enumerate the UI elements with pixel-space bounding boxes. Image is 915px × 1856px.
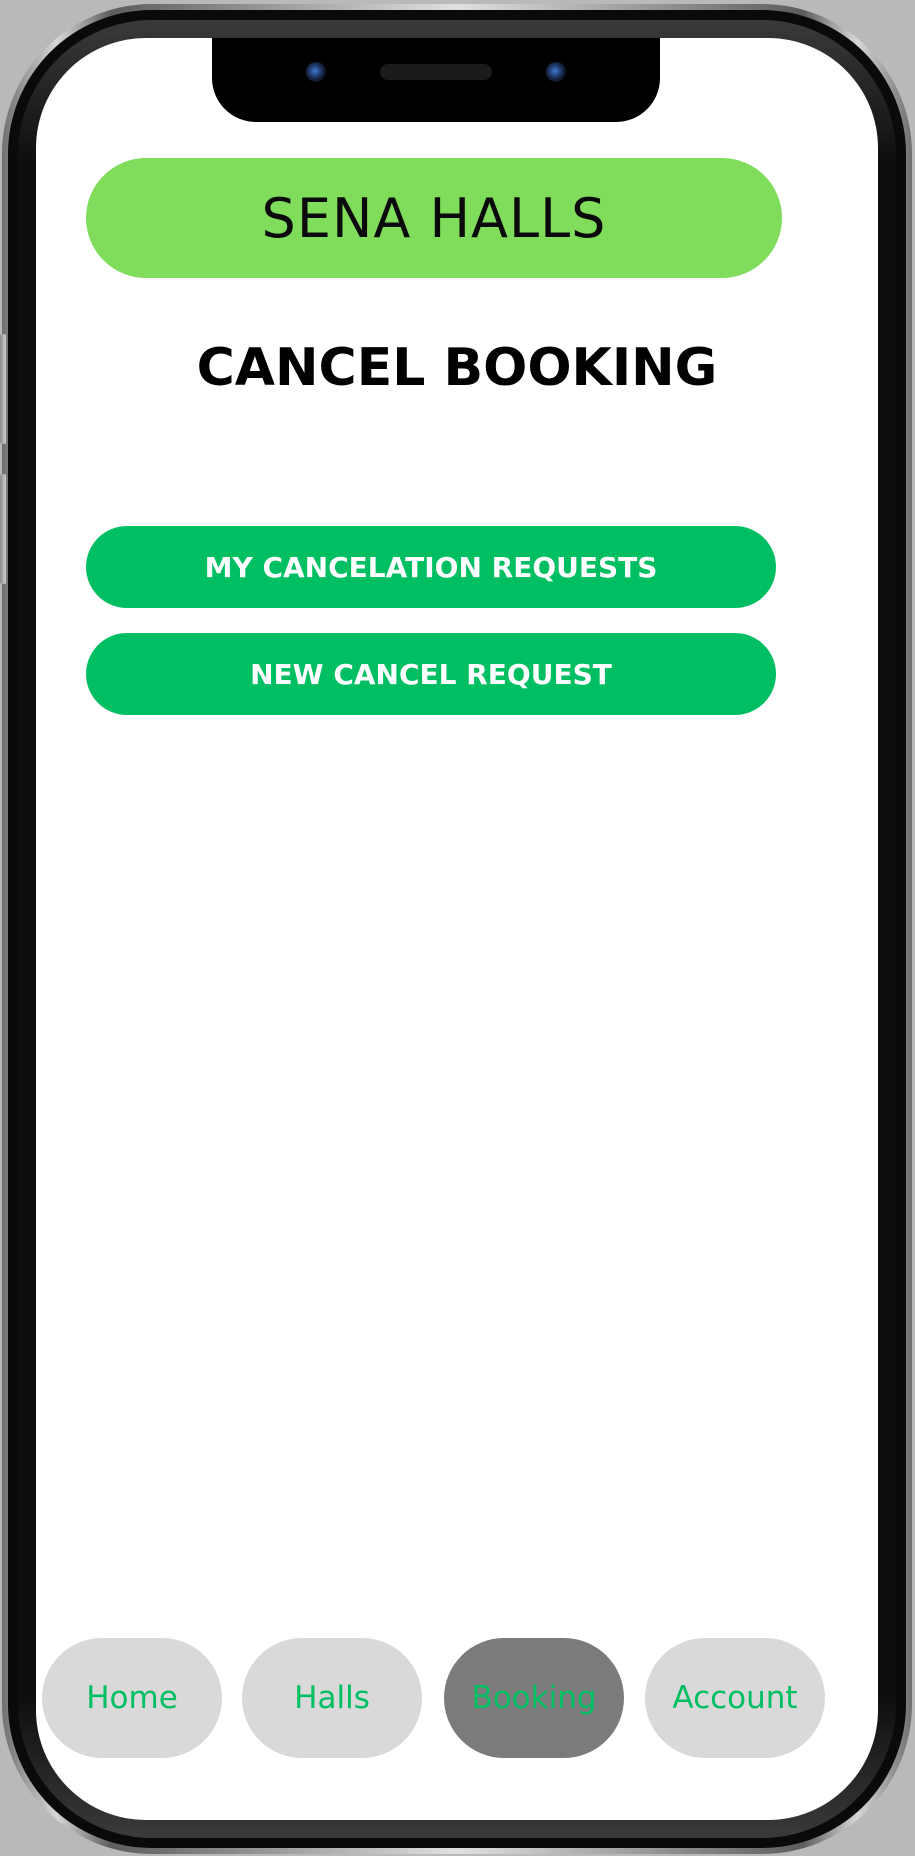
page-title: CANCEL BOOKING	[196, 338, 718, 398]
camera-icon	[306, 62, 326, 82]
nav-item-account[interactable]: Account	[645, 1638, 825, 1758]
my-cancelation-requests-button[interactable]: MY CANCELATION REQUESTS	[86, 526, 776, 608]
bottom-nav: Home Halls Booking Account	[42, 1638, 832, 1758]
speaker-grille	[380, 64, 492, 80]
nav-item-home[interactable]: Home	[42, 1638, 222, 1758]
notch	[212, 38, 660, 122]
nav-item-halls[interactable]: Halls	[242, 1638, 422, 1758]
app-screen: SENA HALLS CANCEL BOOKING MY CANCELATION…	[36, 38, 878, 1820]
side-button	[0, 334, 6, 444]
nav-item-booking[interactable]: Booking	[444, 1638, 624, 1758]
side-button	[0, 474, 6, 584]
phone-frame: SENA HALLS CANCEL BOOKING MY CANCELATION…	[0, 4, 912, 1854]
new-cancel-request-button[interactable]: NEW CANCEL REQUEST	[86, 633, 776, 715]
phone-rim: SENA HALLS CANCEL BOOKING MY CANCELATION…	[18, 20, 896, 1838]
brand-title: SENA HALLS	[261, 186, 607, 250]
phone-bezel: SENA HALLS CANCEL BOOKING MY CANCELATION…	[8, 10, 906, 1848]
brand-header: SENA HALLS	[86, 158, 782, 278]
sensor-icon	[546, 62, 566, 82]
